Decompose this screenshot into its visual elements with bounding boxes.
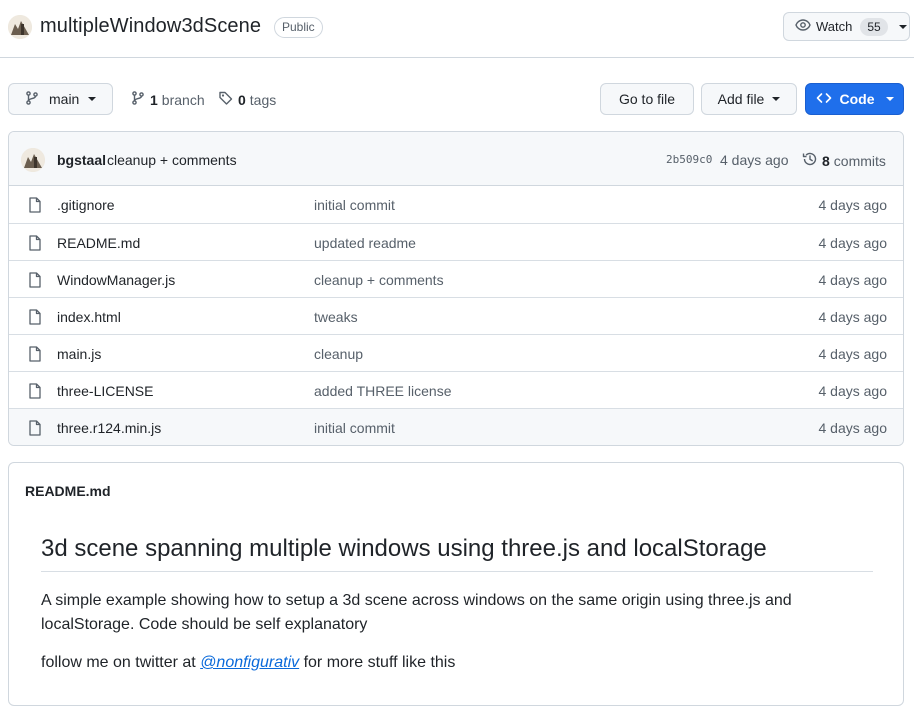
file-commit-link[interactable]: updated readme xyxy=(314,235,416,251)
file-row[interactable]: README.md updated readme 4 days ago xyxy=(9,223,903,260)
follow-prefix: follow me on twitter at xyxy=(41,654,201,671)
owner-avatar-icon[interactable] xyxy=(8,15,32,39)
commit-message-link[interactable]: cleanup + comments xyxy=(107,152,237,168)
file-age: 4 days ago xyxy=(818,197,888,213)
file-row[interactable]: three-LICENSE added THREE license 4 days… xyxy=(9,371,903,408)
file-commit-link[interactable]: initial commit xyxy=(314,197,395,213)
watch-count: 55 xyxy=(860,17,888,36)
file-row[interactable]: WindowManager.js cleanup + comments 4 da… xyxy=(9,260,903,297)
chevron-down-icon xyxy=(898,24,907,29)
file-name-link[interactable]: index.html xyxy=(57,309,121,325)
chevron-down-icon xyxy=(772,97,781,101)
follow-suffix: for more stuff like this xyxy=(299,654,456,671)
commit-author-link[interactable]: bgstaal xyxy=(57,152,106,168)
branch-count: 1 xyxy=(150,91,158,108)
tag-word: tags xyxy=(249,91,277,108)
file-name-link[interactable]: README.md xyxy=(57,235,140,251)
tag-icon xyxy=(218,90,234,109)
file-row[interactable]: index.html tweaks 4 days ago xyxy=(9,297,903,334)
code-button[interactable]: Code xyxy=(805,83,904,115)
file-age: 4 days ago xyxy=(818,346,888,362)
code-label: Code xyxy=(839,91,875,107)
tag-count: 0 xyxy=(238,91,246,108)
author-avatar-icon[interactable] xyxy=(21,148,45,172)
commit-sha-link[interactable]: 2b509c0 xyxy=(666,153,712,166)
file-icon xyxy=(28,383,42,402)
file-name-link[interactable]: main.js xyxy=(57,346,101,362)
branch-name: main xyxy=(49,91,80,107)
file-commit-link[interactable]: initial commit xyxy=(314,420,395,436)
commit-count: 8 xyxy=(822,152,830,169)
branch-word: branch xyxy=(161,91,205,108)
readme-file-link[interactable]: README.md xyxy=(25,483,111,499)
git-branch-icon xyxy=(130,90,146,109)
code-brackets-icon xyxy=(816,90,832,109)
repo-header: multipleWindow3dScene Public Watch 55 xyxy=(0,0,914,58)
file-commit-link[interactable]: added THREE license xyxy=(314,383,451,399)
go-to-file-button[interactable]: Go to file xyxy=(600,83,694,115)
commit-count-word: commits xyxy=(833,152,886,169)
file-icon xyxy=(28,272,42,291)
watch-label: Watch xyxy=(816,19,853,34)
readme-title: 3d scene spanning multiple windows using… xyxy=(41,535,873,572)
commit-time: 4 days ago xyxy=(720,152,789,168)
tags-link[interactable]: 0 tags xyxy=(218,90,276,109)
file-row[interactable]: .gitignore initial commit 4 days ago xyxy=(9,186,903,223)
branches-link[interactable]: 1 branch xyxy=(130,90,205,109)
file-name-link[interactable]: WindowManager.js xyxy=(57,272,175,288)
watch-button[interactable]: Watch 55 xyxy=(783,12,910,41)
readme-panel: README.md 3d scene spanning multiple win… xyxy=(8,462,904,706)
readme-description: A simple example showing how to setup a … xyxy=(41,592,792,633)
file-icon xyxy=(28,197,42,216)
file-name-link[interactable]: .gitignore xyxy=(57,197,115,213)
readme-follow-line: follow me on twitter at @nonfigurativ fo… xyxy=(41,651,455,675)
latest-commit-bar: bgstaal cleanup + comments 2b509c0 4 day… xyxy=(9,132,903,186)
file-name-link[interactable]: three.r124.min.js xyxy=(57,420,161,436)
file-icon xyxy=(28,235,42,254)
file-icon xyxy=(28,420,42,439)
file-list: .gitignore initial commit 4 days ago REA… xyxy=(9,186,903,445)
branch-selector-button[interactable]: main xyxy=(8,83,113,115)
add-file-button[interactable]: Add file xyxy=(701,83,797,115)
repo-name-link[interactable]: multipleWindow3dScene xyxy=(40,15,261,38)
eye-icon xyxy=(795,17,811,36)
file-age: 4 days ago xyxy=(818,420,888,436)
chevron-down-icon xyxy=(885,97,894,101)
file-commit-link[interactable]: cleanup + comments xyxy=(314,272,444,288)
file-age: 4 days ago xyxy=(818,235,888,251)
file-name-link[interactable]: three-LICENSE xyxy=(57,383,153,399)
history-icon xyxy=(802,151,818,170)
file-age: 4 days ago xyxy=(818,383,888,399)
chevron-down-icon xyxy=(88,97,97,101)
file-commit-link[interactable]: cleanup xyxy=(314,346,363,362)
git-branch-icon xyxy=(24,90,40,109)
file-browser: bgstaal cleanup + comments 2b509c0 4 day… xyxy=(8,131,904,446)
commits-history-link[interactable]: 8 commits xyxy=(802,151,886,170)
file-commit-link[interactable]: tweaks xyxy=(314,309,358,325)
file-age: 4 days ago xyxy=(818,309,888,325)
twitter-link[interactable]: @nonfigurativ xyxy=(200,654,299,671)
file-row[interactable]: main.js cleanup 4 days ago xyxy=(9,334,903,371)
file-icon xyxy=(28,346,42,365)
file-row[interactable]: three.r124.min.js initial commit 4 days … xyxy=(9,408,903,445)
file-icon xyxy=(28,309,42,328)
visibility-badge: Public xyxy=(274,17,323,38)
file-age: 4 days ago xyxy=(818,272,888,288)
add-file-label: Add file xyxy=(717,91,765,107)
